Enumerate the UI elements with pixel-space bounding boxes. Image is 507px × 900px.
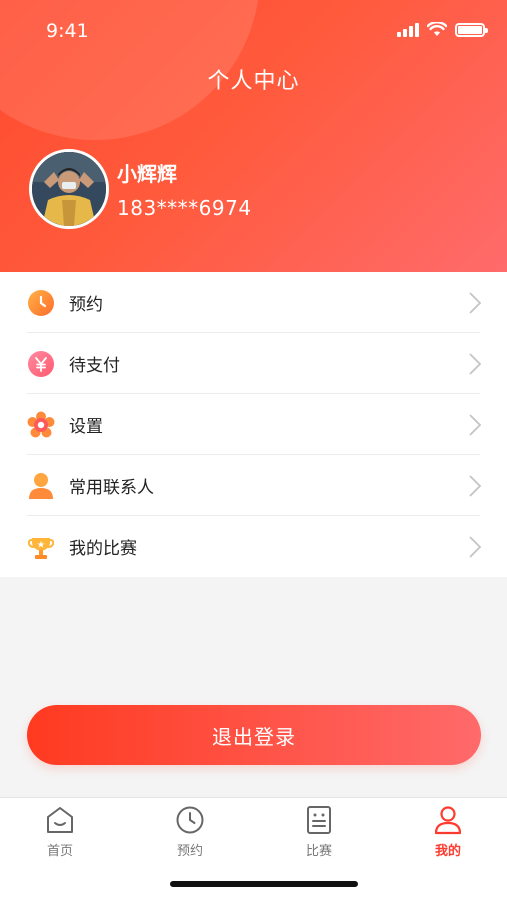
menu-item-label: 预约: [69, 295, 103, 315]
profile-header: 9:41 个人中心 小辉辉 183****6974: [0, 0, 507, 272]
menu-item-label: 待支付: [69, 356, 120, 376]
signal-icon: [397, 22, 419, 37]
home-icon: [20, 804, 100, 836]
menu-list: 预约 待支付 设置 常用联系人 我的比赛: [0, 272, 507, 577]
chevron-right-icon: [469, 291, 481, 314]
tab-appointment[interactable]: 预约: [150, 804, 230, 859]
tab-label: 比赛: [305, 844, 332, 859]
menu-item-label: 我的比赛: [69, 539, 137, 559]
home-indicator: [170, 881, 358, 887]
contact-person-icon: [27, 472, 55, 500]
gear-flower-icon: [27, 411, 55, 439]
username: 小辉辉: [117, 162, 177, 186]
wifi-icon: [427, 22, 447, 36]
menu-item-settings[interactable]: 设置: [0, 394, 507, 455]
tab-home[interactable]: 首页: [20, 804, 100, 859]
menu-item-contacts[interactable]: 常用联系人: [0, 455, 507, 516]
phone-number: 183****6974: [117, 196, 252, 220]
chevron-right-icon: [469, 352, 481, 375]
tab-label: 首页: [46, 844, 73, 859]
tab-matches[interactable]: 比赛: [279, 804, 359, 859]
clock-icon: [27, 289, 55, 317]
yen-icon: [27, 350, 55, 378]
tab-label: 预约: [176, 844, 203, 859]
tab-label: 我的: [434, 844, 461, 859]
chevron-right-icon: [469, 535, 481, 558]
page-title: 个人中心: [207, 69, 300, 94]
avatar[interactable]: [29, 149, 109, 229]
tab-mine[interactable]: 我的: [408, 804, 488, 859]
menu-item-pending-payment[interactable]: 待支付: [0, 333, 507, 394]
trophy-icon: [27, 533, 55, 561]
menu-item-label: 设置: [69, 417, 103, 437]
chevron-right-icon: [469, 474, 481, 497]
logout-button[interactable]: 退出登录: [27, 705, 481, 765]
scoreboard-icon: [279, 804, 359, 836]
status-icons: [397, 22, 488, 37]
menu-item-appointment[interactable]: 预约: [0, 272, 507, 333]
chevron-right-icon: [469, 413, 481, 436]
clock-icon: [150, 804, 230, 836]
person-icon: [408, 804, 488, 836]
menu-item-label: 常用联系人: [69, 478, 154, 498]
menu-item-my-matches[interactable]: 我的比赛: [0, 516, 507, 577]
status-time: 9:41: [46, 20, 89, 42]
battery-icon: [455, 22, 488, 37]
